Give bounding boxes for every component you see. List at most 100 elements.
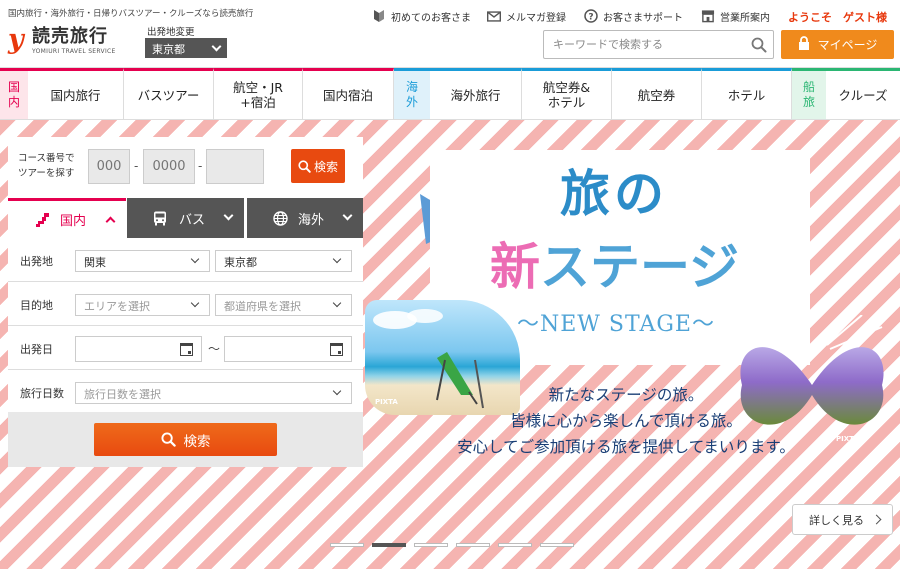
pref-select[interactable]: 都道府県を選択 [215,294,352,316]
date-row: 出発日 〜 [8,326,363,370]
tab-bus[interactable]: バス [127,198,244,238]
start-date-input[interactable] [75,336,202,362]
pixta-credit-2: PIXTA [836,435,859,443]
chevron-down-icon [190,298,200,308]
departure-row: 出発地 関東 東京都 [8,238,363,282]
beginner-mark-icon [372,9,386,23]
days-label: 旅行日数 [20,387,64,400]
end-date-input[interactable] [224,336,352,362]
slider-dot[interactable] [540,543,574,547]
nav-item-bus-tour[interactable]: バスツアー [124,68,214,119]
search-tabs: 国内 バス 海外 [8,198,363,238]
chevron-down-icon [190,254,200,264]
tab-bus-label: バス [179,212,206,228]
pixta-credit: PIXTA [375,398,398,406]
days-select[interactable]: 旅行日数を選択 [75,382,352,404]
logo-subtitle: YOMIURI TRAVEL SERVICE [32,48,116,55]
days-row: 旅行日数 旅行日数を選択 [8,370,363,414]
nav-group-cruise: 船旅 [792,68,826,119]
nav-item-cruise[interactable]: クルーズ [826,68,900,119]
course-search-button[interactable]: 検索 [291,149,345,183]
chevron-down-icon [332,298,342,308]
hero-title-stage: ステージ [540,237,739,296]
chevron-down-icon [223,210,234,221]
departure-label: 出発地 [20,255,53,268]
destination-label: 目的地 [20,299,53,312]
chevron-down-icon [332,254,342,264]
first-time-link[interactable]: 初めてのお客さま [372,7,471,25]
chevron-down-icon [342,210,353,221]
hero-title-line2: 新ステージ [490,237,739,297]
departure-region-select[interactable]: 関東 [75,250,210,272]
search-button-area: 検索 [8,412,363,467]
search-icon [298,159,311,173]
mypage-button[interactable]: マイページ [781,30,894,59]
newsletter-label: メルマガ登録 [506,12,566,24]
question-icon: ? [584,9,598,23]
mypage-label: マイページ [817,38,878,52]
support-link[interactable]: ? お客さまサポート [584,7,683,25]
nav-item-airline-ticket[interactable]: 航空券 [612,68,702,119]
departure-select[interactable]: 東京都 [145,38,227,58]
lock-icon [798,36,810,53]
hero-description: 新たなステージの旅。 皆様に心から楽しんで頂ける旅。 安心してご参加頂ける旅を提… [416,382,836,460]
nav-group-domestic: 国内 [0,68,28,119]
nav-item-overseas-travel[interactable]: 海外旅行 [430,68,522,119]
support-label: お客さまサポート [603,12,683,24]
course-dash: - [198,159,203,173]
office-link[interactable]: 営業所案内 [701,7,770,25]
nav-item-hotel[interactable]: ホテル [702,68,792,119]
slider-dot[interactable] [330,543,364,547]
slider-dot[interactable] [498,543,532,547]
area-select[interactable]: エリアを選択 [75,294,210,316]
nav-item-air-jr-stay[interactable]: 航空・JR +宿泊 [214,68,303,119]
nav-group-overseas: 海外 [394,68,430,119]
nav-item-domestic-travel[interactable]: 国内旅行 [28,68,124,119]
calendar-icon [180,343,193,356]
slider-dot[interactable] [372,543,406,547]
first-time-label: 初めてのお客さま [391,12,471,24]
course-number-input-2[interactable] [143,149,195,184]
tab-overseas[interactable]: 海外 [247,198,363,238]
date-range-tilde: 〜 [208,342,221,356]
site-tagline: 国内旅行・海外旅行・日帰りバスツアー・クルーズなら読売旅行 [8,9,254,19]
course-dash: - [134,159,139,173]
course-search-label: 検索 [313,159,338,174]
mail-icon [487,9,501,23]
search-icon [160,432,176,447]
store-icon [701,9,715,23]
globe-icon [273,210,288,226]
hero-more-button[interactable]: 詳しく見る [792,504,893,535]
hero-title-line1: 旅の [560,164,668,223]
logo-text: 読売旅行 [32,26,108,47]
tour-search-button[interactable]: 検索 [94,423,277,456]
keyword-search-input[interactable] [544,31,744,58]
course-number-input-1[interactable] [88,149,130,184]
search-icon[interactable] [751,37,767,53]
newsletter-link[interactable]: メルマガ登録 [487,7,566,25]
tab-domestic[interactable]: 国内 [8,198,126,238]
hero-title-new: 新 [490,237,540,296]
hero-desc-line: 皆様に心から楽しんで頂ける旅。 [510,412,742,430]
chevron-down-icon [211,41,222,52]
bus-icon [154,211,166,225]
keyword-search-box [543,30,774,59]
date-label: 出発日 [20,343,53,356]
hero-more-label: 詳しく見る [809,513,864,527]
japan-map-icon [36,212,49,227]
departure-pref-select[interactable]: 東京都 [215,250,352,272]
departure-select-value: 東京都 [152,43,185,56]
slider-indicators [330,543,574,547]
tab-domestic-label: 国内 [60,214,87,229]
slider-dot[interactable] [414,543,448,547]
slider-dot[interactable] [456,543,490,547]
tour-search-panel: コース番号で ツアーを探す - - 検索 国内 バス 海外 出発地 関東 [8,137,363,467]
domestic-search-form: 出発地 関東 東京都 目的地 エリアを選択 都道府県を選択 出発日 〜 旅行日数… [8,238,363,414]
hero-desc-line: 安心してご参加頂ける旅を提供してまいります。 [457,438,795,456]
site-header: 国内旅行・海外旅行・日帰りバスツアー・クルーズなら読売旅行 y 読売旅行 YOM… [0,0,900,67]
nav-item-domestic-stay[interactable]: 国内宿泊 [303,68,394,119]
chevron-down-icon [332,386,342,396]
site-logo[interactable]: y 読売旅行 YOMIURI TRAVEL SERVICE [8,24,134,60]
course-number-input-3[interactable] [206,149,264,184]
nav-item-air-hotel[interactable]: 航空券& ホテル [522,68,612,119]
